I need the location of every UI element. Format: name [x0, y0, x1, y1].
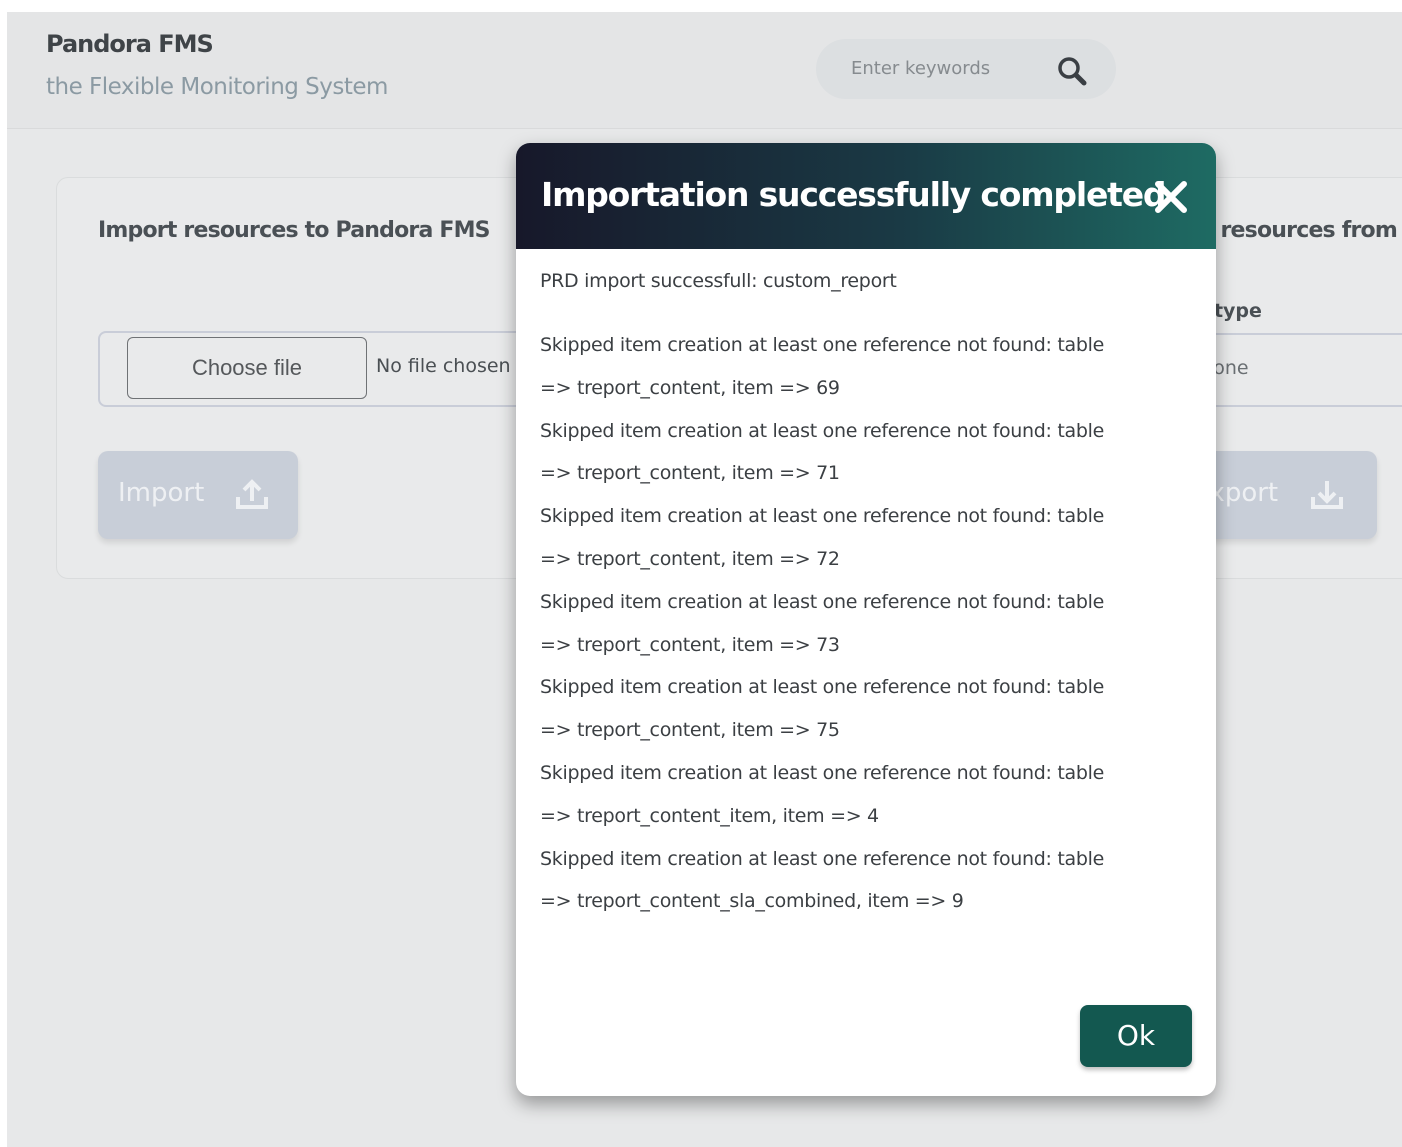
import-label: Import: [118, 478, 205, 508]
choose-file-button[interactable]: Choose file: [127, 337, 367, 399]
brand-subtitle: the Flexible Monitoring System: [46, 74, 388, 100]
message-line: Skipped item creation at least one refer…: [540, 761, 1104, 784]
message-line: => treport_content, item => 75: [540, 719, 840, 742]
upload-icon: [236, 479, 268, 509]
file-status: No file chosen: [376, 355, 511, 377]
message-line: => treport_content, item => 73: [540, 633, 840, 656]
message-line: Skipped item creation at least one refer…: [540, 676, 1104, 699]
message-line: => treport_content, item => 72: [540, 547, 840, 570]
import-button[interactable]: Import: [98, 451, 298, 539]
message-line: Skipped item creation at least one refer…: [540, 590, 1104, 613]
dialog-header: Importation successfully completed: [516, 143, 1216, 249]
search-placeholder: Enter keywords: [851, 58, 991, 79]
message-line: Skipped item creation at least one refer…: [540, 505, 1104, 528]
message-line: => treport_content, item => 69: [540, 376, 840, 399]
import-section-title: Import resources to Pandora FMS: [98, 218, 491, 243]
brand-title: Pandora FMS: [46, 30, 214, 58]
import-summary: PRD import successfull: custom_report: [540, 270, 897, 292]
page-header: Pandora FMS the Flexible Monitoring Syst…: [7, 12, 1402, 129]
message-line: Skipped item creation at least one refer…: [540, 419, 1104, 442]
message-line: Skipped item creation at least one refer…: [540, 334, 1104, 356]
import-result-dialog: Importation successfully completed PRD i…: [516, 143, 1216, 1096]
close-icon[interactable]: [1150, 176, 1192, 218]
message-line: => treport_content_item, item => 4: [540, 804, 879, 827]
message-line: => treport_content_sla_combined, item =>…: [540, 890, 964, 913]
dialog-body: PRD import successfull: custom_report Sk…: [540, 267, 1180, 923]
message-line: => treport_content, item => 71: [540, 462, 840, 485]
ok-button[interactable]: Ok: [1080, 1005, 1192, 1067]
search-icon[interactable]: [1053, 52, 1093, 92]
message-line: Skipped item creation at least one refer…: [540, 847, 1104, 870]
dialog-title: Importation successfully completed: [541, 175, 1167, 214]
download-icon: [1311, 481, 1343, 509]
search-input[interactable]: Enter keywords: [816, 39, 1116, 99]
